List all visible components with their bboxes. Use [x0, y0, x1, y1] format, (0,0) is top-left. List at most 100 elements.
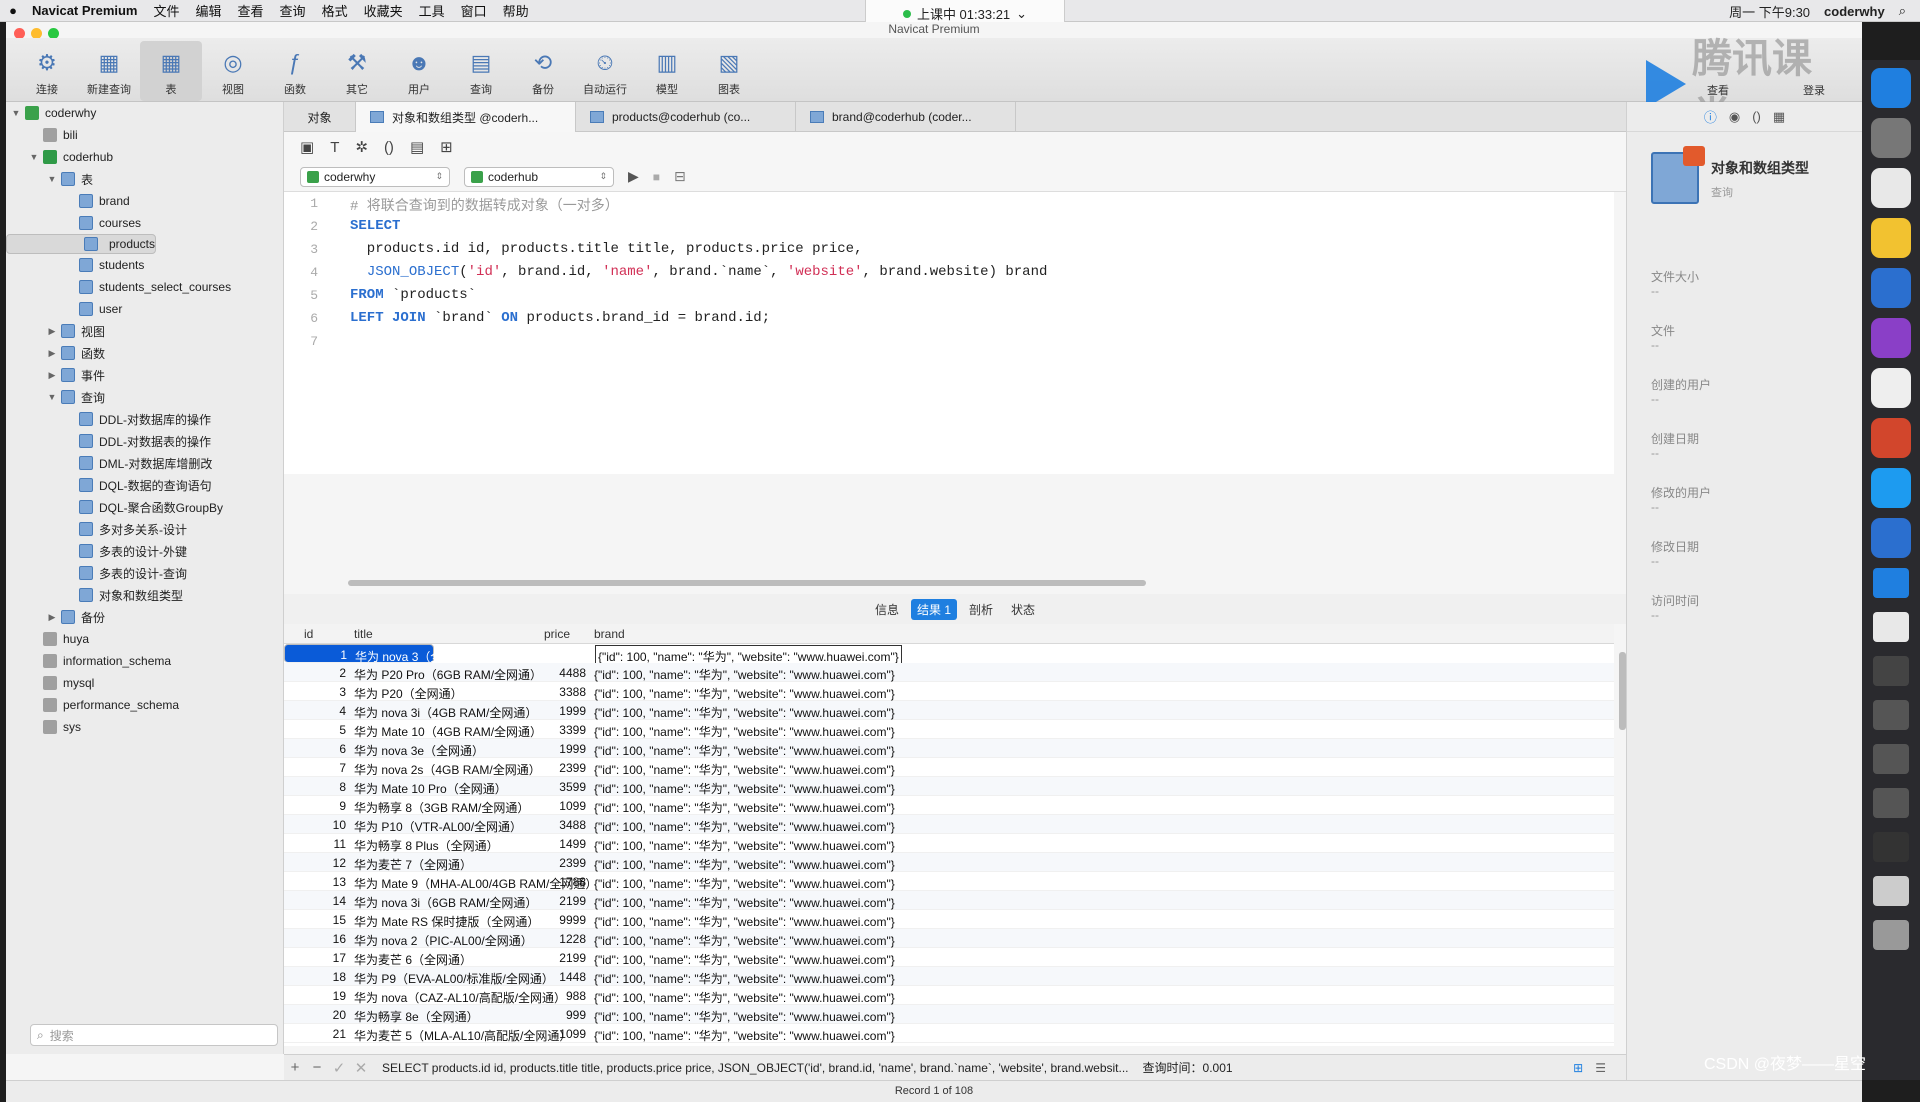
disclosure-arrow-icon[interactable]: ▼	[28, 152, 40, 162]
table-cell[interactable]: {"id": 100, "name": "华为", "website": "ww…	[594, 970, 895, 987]
table-cell[interactable]: 12	[284, 856, 346, 870]
app-menu[interactable]: Navicat Premium	[26, 3, 146, 18]
table-cell[interactable]: 2399	[544, 761, 586, 775]
tree-item[interactable]: students_select_courses	[6, 276, 283, 298]
table-cell[interactable]: 1	[285, 648, 347, 662]
tree-item[interactable]: ▼ 查询	[6, 386, 283, 408]
tree-item[interactable]: ▶ 备份	[6, 606, 283, 628]
table-row[interactable]: 14 华为 nova 3i（6GB RAM/全网通） 2199 {"id": 100,…	[284, 891, 1614, 910]
tree-item[interactable]: courses	[6, 212, 283, 234]
tree-item[interactable]: user	[6, 298, 283, 320]
result-tab[interactable]: 剖析	[963, 599, 999, 620]
connection-select[interactable]: coderwhy ⇕	[300, 166, 450, 187]
table-row[interactable]: 7 华为 nova 2s（4GB RAM/全网通） 2399 {"id": 100, …	[284, 758, 1614, 777]
document-icon[interactable]	[1873, 612, 1909, 642]
tree-item[interactable]: 多对多关系-设计	[6, 518, 283, 540]
disclosure-arrow-icon[interactable]: ▶	[46, 326, 58, 337]
toolbar-view-button[interactable]: ◎ 视图	[202, 41, 264, 101]
table-cell[interactable]: {"id": 100, "name": "华为", "website": "ww…	[594, 704, 895, 721]
table-preview-icon[interactable]: ▦	[1773, 109, 1785, 125]
sql-editor[interactable]: 1 # 将联合查询到的数据转成对象（一对多） 2 SELECT 3 products.i…	[284, 192, 1614, 474]
table-cell[interactable]: 17	[284, 951, 346, 965]
table-cell[interactable]: 10	[284, 818, 346, 832]
table-cell[interactable]: 19	[284, 989, 346, 1003]
table-row[interactable]: 6 华为 nova 3e（全网通） 1999 {"id": 100, "name": …	[284, 739, 1614, 758]
toolbar-user-button[interactable]: ☻ 用户	[388, 41, 450, 101]
tree-item[interactable]: DQL-数据的查询语句	[6, 474, 283, 496]
table-cell[interactable]: {"id": 100, "name": "华为", "website": "ww…	[594, 742, 895, 759]
table-cell[interactable]: 1099	[544, 1027, 586, 1041]
tree-item[interactable]: ▼ coderwhy	[6, 102, 283, 124]
table-cell[interactable]: 4488	[544, 666, 586, 680]
table-cell[interactable]: 11	[284, 837, 346, 851]
toolbar-automation-button[interactable]: ⏲ 自动运行	[574, 41, 636, 101]
apple-menu-icon[interactable]: ●	[0, 3, 26, 18]
menu-item[interactable]: 格式	[314, 1, 356, 20]
table-cell[interactable]: 14	[284, 894, 346, 908]
disclosure-arrow-icon[interactable]: ▶	[46, 348, 58, 359]
tree-item[interactable]: ▼ 表	[6, 168, 283, 190]
grid-vertical-scrollbar[interactable]	[1619, 652, 1626, 730]
table-row[interactable]: 18 华为 P9（EVA-AL00/标准版/全网通） 1448 {"id": 100,…	[284, 967, 1614, 986]
toolbar-chart-button[interactable]: ▧ 图表	[698, 41, 760, 101]
table-row[interactable]: 8 华为 Mate 10 Pro（全网通） 3599 {"id": 100, "nam…	[284, 777, 1614, 796]
database-select[interactable]: coderhub ⇕	[464, 166, 614, 187]
tree-item[interactable]: brand	[6, 190, 283, 212]
code-line[interactable]: SELECT	[350, 218, 400, 234]
trash-icon[interactable]	[1873, 920, 1909, 950]
table-cell[interactable]: 1788	[544, 875, 586, 889]
toolbar-query-button[interactable]: ▤ 查询	[450, 41, 512, 101]
tencent-class-icon[interactable]	[1871, 518, 1911, 558]
table-cell[interactable]: 华为畅享 8 Plus（全网通）	[354, 837, 499, 854]
table-cell[interactable]: 华为 nova 3i（6GB RAM/全网通）	[354, 894, 537, 911]
powerpoint-icon[interactable]	[1871, 418, 1911, 458]
table-cell[interactable]: 3399	[544, 723, 586, 737]
tree-item[interactable]: huya	[6, 628, 283, 650]
table-cell[interactable]: 4	[284, 704, 346, 718]
table-cell[interactable]: 2	[284, 666, 346, 680]
disclosure-arrow-icon[interactable]: ▼	[46, 392, 58, 402]
code-line[interactable]: FROM `products`	[350, 287, 476, 303]
table-cell[interactable]: 1099	[544, 799, 586, 813]
toolbar-function-button[interactable]: ƒ 函数	[264, 41, 326, 101]
code-line[interactable]: products.id id, products.title title, pr…	[350, 241, 863, 257]
form-view-icon[interactable]: ☰	[1595, 1061, 1606, 1075]
tree-item[interactable]: ▶ 函数	[6, 342, 283, 364]
code-snippet-icon[interactable]: ()	[384, 139, 394, 156]
save-icon[interactable]: ▣	[300, 138, 314, 156]
menu-item[interactable]: 编辑	[188, 1, 230, 20]
monitor-icon[interactable]	[1873, 656, 1909, 686]
table-cell[interactable]: {"id": 100, "name": "华为", "website": "ww…	[594, 856, 895, 873]
editor-tab[interactable]: 对象	[284, 102, 356, 132]
table-cell[interactable]: 3488	[544, 818, 586, 832]
editor-tab[interactable]: brand@coderhub (coder...	[796, 102, 1016, 132]
beautify-sql-icon[interactable]: ✲	[355, 138, 368, 156]
table-cell[interactable]: 华为 nova 2s（4GB RAM/全网通）	[354, 761, 541, 778]
table-row[interactable]: 12 华为麦芒 7（全网通） 2399 {"id": 100, "name": "华为…	[284, 853, 1614, 872]
code-line[interactable]: JSON_OBJECT('id', brand.id, 'name', bran…	[350, 264, 1048, 280]
tree-item[interactable]: bili	[6, 124, 283, 146]
monitor-icon[interactable]	[1873, 744, 1909, 774]
table-cell[interactable]: 9999	[544, 913, 586, 927]
tree-item[interactable]: mysql	[6, 672, 283, 694]
table-cell[interactable]: 华为畅享 8e（全网通）	[354, 1008, 479, 1025]
spotlight-icon[interactable]: ⌕	[1899, 3, 1906, 19]
table-cell[interactable]: 华为 nova 3e（全网通）	[354, 742, 484, 759]
tree-item[interactable]: 对象和数组类型	[6, 584, 283, 606]
search-input[interactable]: ⌕ 搜索	[30, 1024, 278, 1046]
table-row[interactable]: 1 华为 nova 3（全网通） 2699 {"id": 100, "name": "…	[284, 644, 902, 668]
code-line[interactable]: LEFT JOIN `brand` ON products.brand_id =…	[350, 310, 770, 326]
column-header[interactable]: title	[354, 627, 373, 641]
chrome-icon[interactable]	[1871, 168, 1911, 208]
table-row[interactable]: 3 华为 P20（全网通） 3388 {"id": 100, "name": "华为"…	[284, 682, 1614, 701]
delete-row-icon[interactable]: −	[306, 1059, 328, 1076]
table-cell[interactable]: 华为畅享 8（3GB RAM/全网通）	[354, 799, 529, 816]
tree-item[interactable]: ▼ coderhub	[6, 146, 283, 168]
table-cell[interactable]: {"id": 100, "name": "华为", "website": "ww…	[594, 932, 895, 949]
discard-icon[interactable]: ✕	[350, 1059, 372, 1077]
table-row[interactable]: 9 华为畅享 8（3GB RAM/全网通） 1099 {"id": 100, "nam…	[284, 796, 1614, 815]
table-cell[interactable]: 华为 nova 3i（4GB RAM/全网通）	[354, 704, 537, 721]
toolbar-other-button[interactable]: ⚒ 其它	[326, 41, 388, 101]
toolbar-backup-button[interactable]: ⟲ 备份	[512, 41, 574, 101]
table-cell[interactable]: 2199	[544, 894, 586, 908]
